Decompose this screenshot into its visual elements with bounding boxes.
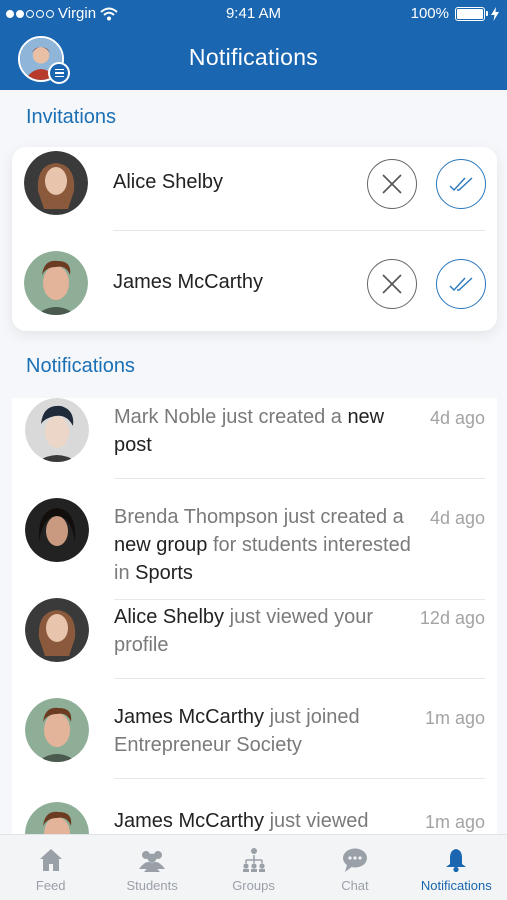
groups-icon: [242, 848, 265, 872]
tab-label: Students: [126, 878, 178, 893]
tab-students[interactable]: Students: [101, 835, 202, 900]
decline-button[interactable]: [367, 159, 417, 209]
notification-text: Mark Noble just created a new post: [114, 406, 385, 456]
notification-time: 1m ago: [424, 708, 485, 728]
battery-icon: [455, 6, 488, 21]
accept-button[interactable]: [436, 259, 486, 309]
close-icon: [382, 174, 402, 194]
notification-item[interactable]: Mark Noble just created a new post 4d ag…: [12, 398, 497, 498]
status-bar: Virgin 9:41 AM 100%: [0, 0, 507, 28]
page-title: Notifications: [188, 44, 319, 70]
invitations-card: Alice Shelby James McCarthy: [12, 147, 497, 331]
avatar: [25, 698, 89, 762]
invitation-name: James McCarthy: [113, 271, 264, 293]
home-icon: [39, 849, 62, 871]
chat-icon: [342, 848, 367, 872]
notification-text: Alice Shelby just viewed your profile: [114, 606, 374, 656]
notification-text: James McCarthy just joined Entrepreneur …: [114, 706, 360, 756]
notification-time: 4d ago: [429, 408, 485, 428]
accept-button[interactable]: [436, 159, 486, 209]
tab-label: Notifications: [420, 878, 492, 893]
invitations-section-title: Invitations: [26, 106, 117, 128]
tab-notifications[interactable]: Notifications: [406, 835, 507, 900]
invitation-row: James McCarthy: [12, 247, 497, 339]
avatar: [24, 151, 88, 215]
notifications-list: Mark Noble just created a new post 4d ag…: [12, 398, 497, 838]
notifications-section-title: Notifications: [26, 355, 135, 377]
divider: [114, 778, 485, 779]
close-icon: [382, 274, 402, 294]
invitation-row: Alice Shelby: [12, 147, 497, 239]
notification-time: 1m ago: [424, 812, 485, 832]
tab-label: Chat: [341, 878, 369, 893]
avatar: [24, 251, 88, 315]
tab-label: Feed: [35, 878, 66, 893]
divider: [113, 230, 485, 231]
students-icon: [139, 851, 166, 872]
avatar: [25, 802, 89, 838]
decline-button[interactable]: [367, 259, 417, 309]
tab-bar: Feed Students Groups Chat Notifications: [0, 834, 507, 900]
notification-item[interactable]: James McCarthy just joined Entrepreneur …: [12, 698, 497, 798]
avatar: [25, 498, 89, 562]
charging-icon: [491, 6, 499, 21]
notification-text: James McCarthy just viewed: [114, 810, 369, 832]
notification-text: Brenda Thompson just created a new group…: [114, 506, 411, 584]
notification-time: 12d ago: [419, 608, 485, 628]
tab-chat[interactable]: Chat: [304, 835, 405, 900]
notification-item[interactable]: Brenda Thompson just created a new group…: [12, 498, 497, 600]
tab-groups[interactable]: Groups: [203, 835, 304, 900]
divider: [114, 678, 485, 679]
double-check-icon: [449, 177, 473, 192]
avatar: [25, 598, 89, 662]
double-check-icon: [449, 277, 473, 292]
app-header: Virgin 9:41 AM 100% Notifications: [0, 0, 507, 90]
battery-percent: 100%: [410, 5, 449, 22]
tab-feed[interactable]: Feed: [0, 835, 101, 900]
notification-time: 4d ago: [429, 508, 485, 528]
notification-item[interactable]: Alice Shelby just viewed your profile 12…: [12, 598, 497, 698]
notification-item[interactable]: James McCarthy just viewed 1m ago: [12, 802, 497, 838]
bell-icon: [446, 849, 467, 873]
tab-label: Groups: [232, 878, 275, 893]
divider: [114, 478, 485, 479]
avatar: [25, 398, 89, 462]
invitation-name: Alice Shelby: [113, 171, 224, 193]
battery-status: 100%: [411, 5, 499, 22]
